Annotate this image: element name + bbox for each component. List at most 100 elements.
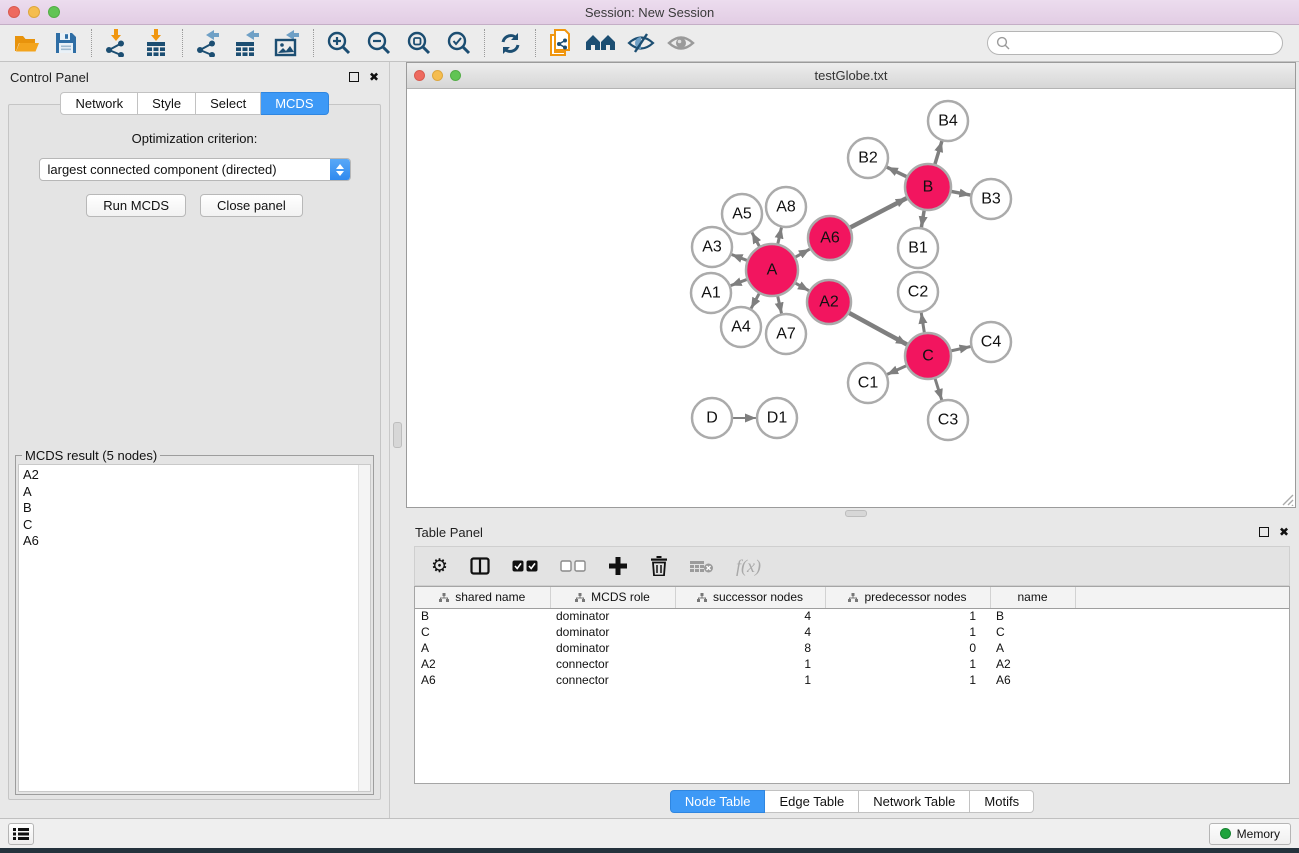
graph-edge-C-C3[interactable] — [935, 378, 942, 400]
export-network-button[interactable] — [188, 27, 228, 59]
mcds-result-list[interactable]: A2ABCA6 — [18, 464, 371, 792]
tab-network[interactable]: Network — [60, 92, 138, 115]
graph-node-B3[interactable]: B3 — [971, 179, 1011, 219]
graph-edge-B-B4[interactable] — [935, 141, 942, 165]
vertical-splitter[interactable] — [390, 62, 405, 818]
graph-node-A3[interactable]: A3 — [692, 227, 732, 267]
close-panel-icon[interactable]: ✖ — [369, 71, 379, 83]
show-panels-button[interactable] — [661, 27, 701, 59]
graph-edge-A-A7[interactable] — [778, 295, 782, 313]
table-cell[interactable]: 8 — [675, 640, 825, 656]
zoom-selected-button[interactable] — [439, 27, 479, 59]
column-header-successor-nodes[interactable]: successor nodes — [675, 587, 825, 608]
table-row[interactable]: A6connector11A6 — [415, 672, 1289, 688]
float-panel-icon[interactable] — [1259, 527, 1269, 537]
result-item[interactable]: A6 — [23, 533, 370, 550]
graph-node-A[interactable]: A — [746, 244, 798, 296]
delete-column-icon[interactable] — [650, 556, 668, 576]
result-item[interactable]: A2 — [23, 467, 370, 484]
table-cell[interactable]: 0 — [825, 640, 990, 656]
table-cell[interactable]: dominator — [550, 624, 675, 640]
table-row[interactable]: Cdominator41C — [415, 624, 1289, 640]
graph-node-A5[interactable]: A5 — [722, 194, 762, 234]
table-cell[interactable]: 1 — [825, 672, 990, 688]
graph-node-C2[interactable]: C2 — [898, 272, 938, 312]
hide-panels-button[interactable] — [621, 27, 661, 59]
column-header-name[interactable]: name — [990, 587, 1075, 608]
import-table-button[interactable] — [137, 27, 177, 59]
graph-node-A7[interactable]: A7 — [766, 314, 806, 354]
table-row[interactable]: Bdominator41B — [415, 608, 1289, 624]
delete-table-icon[interactable] — [690, 558, 714, 574]
splitter-handle[interactable] — [393, 422, 402, 448]
graph-node-A1[interactable]: A1 — [691, 273, 731, 313]
table-cell[interactable]: A2 — [415, 656, 550, 672]
optimization-criterion-select[interactable]: largest connected component (directed) — [39, 158, 351, 181]
table-cell[interactable]: 4 — [675, 624, 825, 640]
graph-node-B[interactable]: B — [905, 164, 951, 210]
graph-node-A2[interactable]: A2 — [807, 280, 851, 324]
columns-icon[interactable] — [470, 557, 490, 575]
graph-node-B2[interactable]: B2 — [848, 138, 888, 178]
graph-node-A6[interactable]: A6 — [808, 216, 852, 260]
table-settings-button[interactable]: ⚙ — [431, 557, 448, 576]
graph-node-C1[interactable]: C1 — [848, 363, 888, 403]
graph-edge-A-A6[interactable] — [795, 249, 810, 257]
network-canvas[interactable]: AA1A2A3A4A5A6A7A8BB1B2B3B4CC1C2C3C4DD1 — [407, 89, 1295, 507]
splitter-handle[interactable] — [845, 510, 867, 517]
save-session-button[interactable] — [46, 27, 86, 59]
result-item[interactable]: B — [23, 500, 370, 517]
table-cell[interactable]: connector — [550, 672, 675, 688]
select-all-icon[interactable] — [512, 560, 538, 572]
graph-edge-A-A4[interactable] — [751, 293, 760, 309]
tab-node-table[interactable]: Node Table — [670, 790, 766, 813]
graph-edge-B-B3[interactable] — [951, 191, 971, 195]
close-panel-icon[interactable]: ✖ — [1279, 526, 1289, 538]
clone-network-button[interactable] — [541, 27, 581, 59]
close-panel-button[interactable]: Close panel — [200, 194, 303, 217]
function-builder-button[interactable]: f(x) — [736, 556, 761, 577]
import-network-button[interactable] — [97, 27, 137, 59]
tab-edge-table[interactable]: Edge Table — [765, 790, 859, 813]
table-cell[interactable]: 1 — [675, 656, 825, 672]
table-cell[interactable]: 1 — [675, 672, 825, 688]
graph-edge-A-A2[interactable] — [795, 283, 809, 291]
deselect-all-icon[interactable] — [560, 560, 586, 572]
table-cell[interactable]: dominator — [550, 640, 675, 656]
result-scrollbar[interactable] — [358, 465, 370, 791]
run-mcds-button[interactable]: Run MCDS — [86, 194, 186, 217]
table-cell[interactable]: B — [990, 608, 1075, 624]
table-row[interactable]: A2connector11A2 — [415, 656, 1289, 672]
graph-node-C4[interactable]: C4 — [971, 322, 1011, 362]
graph-node-D[interactable]: D — [692, 398, 732, 438]
table-cell[interactable]: A — [415, 640, 550, 656]
table-cell[interactable]: A — [990, 640, 1075, 656]
tab-motifs[interactable]: Motifs — [970, 790, 1034, 813]
graph-edge-A-A1[interactable] — [731, 279, 748, 285]
graph-edge-A6-B[interactable] — [850, 198, 907, 228]
home-view-button[interactable] — [581, 27, 621, 59]
table-cell[interactable]: dominator — [550, 608, 675, 624]
tab-style[interactable]: Style — [138, 92, 196, 115]
table-cell[interactable]: C — [415, 624, 550, 640]
graph-node-C[interactable]: C — [905, 333, 951, 379]
graph-edge-B-B2[interactable] — [887, 167, 907, 177]
graph-node-D1[interactable]: D1 — [757, 398, 797, 438]
export-table-button[interactable] — [228, 27, 268, 59]
table-row[interactable]: Adominator80A — [415, 640, 1289, 656]
table-cell[interactable]: 1 — [825, 624, 990, 640]
graph-node-B4[interactable]: B4 — [928, 101, 968, 141]
graph-edge-A-A3[interactable] — [732, 255, 748, 261]
graph-node-A8[interactable]: A8 — [766, 187, 806, 227]
table-cell[interactable]: C — [990, 624, 1075, 640]
table-cell[interactable]: 1 — [825, 608, 990, 624]
memory-button[interactable]: Memory — [1209, 823, 1291, 845]
graph-node-A4[interactable]: A4 — [721, 307, 761, 347]
toolbar-search[interactable] — [987, 31, 1283, 55]
column-header-shared-name[interactable]: shared name — [415, 587, 550, 608]
export-image-button[interactable] — [268, 27, 308, 59]
float-panel-icon[interactable] — [349, 72, 359, 82]
graph-edge-C-C2[interactable] — [921, 313, 924, 334]
table-cell[interactable]: A6 — [415, 672, 550, 688]
graph-node-C3[interactable]: C3 — [928, 400, 968, 440]
